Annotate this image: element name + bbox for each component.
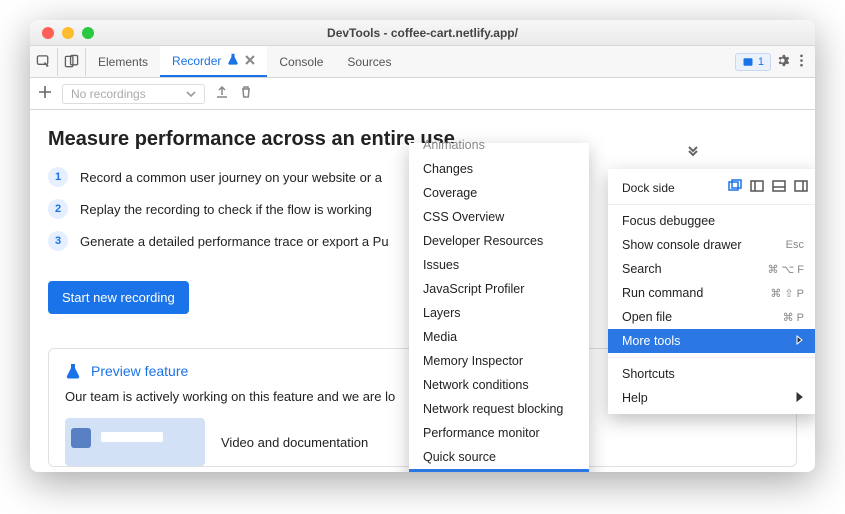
close-window[interactable] bbox=[42, 27, 54, 39]
flask-icon bbox=[65, 363, 81, 379]
more-tools-item[interactable]: Memory Inspector bbox=[409, 349, 589, 373]
content-area: Measure performance across an entire use… bbox=[30, 110, 815, 472]
more-tools-item[interactable]: Developer Resources bbox=[409, 229, 589, 253]
panel-tabbar: Elements Recorder Console Sources 1 bbox=[30, 46, 815, 78]
submenu-arrow-icon bbox=[796, 391, 804, 405]
dock-right-icon[interactable] bbox=[794, 179, 808, 196]
settings-menu-item[interactable]: Search⌘ ⌥ F bbox=[608, 257, 815, 281]
more-tools-item[interactable]: Quick source bbox=[409, 445, 589, 469]
more-tools-item[interactable]: Changes bbox=[409, 157, 589, 181]
settings-menu-item[interactable]: Run command⌘ ⇧ P bbox=[608, 281, 815, 305]
start-recording-button[interactable]: Start new recording bbox=[48, 281, 189, 314]
titlebar: DevTools - coffee-cart.netlify.app/ bbox=[30, 20, 815, 46]
close-tab-icon[interactable] bbox=[245, 54, 255, 68]
dock-bottom-icon[interactable] bbox=[772, 179, 786, 196]
tab-overflow-icon[interactable] bbox=[686, 146, 700, 165]
settings-menu: Dock side Focus debuggeeShow console dra… bbox=[608, 169, 815, 414]
issues-chip[interactable]: 1 bbox=[735, 53, 771, 71]
tab-elements[interactable]: Elements bbox=[86, 46, 160, 77]
zoom-window[interactable] bbox=[82, 27, 94, 39]
video-thumbnail[interactable] bbox=[65, 418, 205, 466]
more-tools-item[interactable]: Coverage bbox=[409, 181, 589, 205]
dock-side-row: Dock side bbox=[608, 173, 815, 200]
delete-icon[interactable] bbox=[239, 85, 253, 102]
more-tools-item[interactable]: Network conditions bbox=[409, 373, 589, 397]
dock-undock-icon[interactable] bbox=[728, 179, 742, 196]
chevron-down-icon bbox=[186, 89, 196, 99]
export-icon[interactable] bbox=[215, 85, 229, 102]
video-label: Video and documentation bbox=[221, 435, 368, 450]
more-tools-item[interactable]: Recorder bbox=[409, 469, 589, 472]
settings-gear-icon[interactable] bbox=[775, 53, 790, 71]
menu-more-tools[interactable]: More tools bbox=[608, 329, 815, 353]
more-tools-item[interactable]: Animations bbox=[409, 133, 589, 157]
issues-count: 1 bbox=[758, 56, 764, 68]
more-tools-item[interactable]: Issues bbox=[409, 253, 589, 277]
tab-sources[interactable]: Sources bbox=[335, 46, 403, 77]
device-toolbar-icon[interactable] bbox=[58, 48, 86, 76]
more-tools-item[interactable]: Performance monitor bbox=[409, 421, 589, 445]
minimize-window[interactable] bbox=[62, 27, 74, 39]
more-tools-item[interactable]: Layers bbox=[409, 301, 589, 325]
traffic-lights bbox=[30, 27, 94, 39]
recording-select[interactable]: No recordings bbox=[62, 84, 205, 104]
more-tools-item[interactable]: Network request blocking bbox=[409, 397, 589, 421]
tab-recorder[interactable]: Recorder bbox=[160, 46, 267, 77]
window-title: DevTools - coffee-cart.netlify.app/ bbox=[30, 26, 815, 40]
menu-shortcuts[interactable]: Shortcuts bbox=[608, 362, 815, 386]
more-tools-item[interactable]: CSS Overview bbox=[409, 205, 589, 229]
settings-menu-item[interactable]: Open file⌘ P bbox=[608, 305, 815, 329]
more-menu-icon[interactable] bbox=[794, 53, 809, 71]
devtools-window: DevTools - coffee-cart.netlify.app/ Elem… bbox=[30, 20, 815, 472]
recorder-toolbar: No recordings bbox=[30, 78, 815, 110]
submenu-arrow-icon bbox=[796, 334, 804, 348]
more-tools-item[interactable]: JavaScript Profiler bbox=[409, 277, 589, 301]
more-tools-item[interactable]: Media bbox=[409, 325, 589, 349]
dock-left-icon[interactable] bbox=[750, 179, 764, 196]
settings-menu-item[interactable]: Focus debuggee bbox=[608, 209, 815, 233]
menu-help[interactable]: Help bbox=[608, 386, 815, 410]
tab-console[interactable]: Console bbox=[267, 46, 335, 77]
panel-tabs: Elements Recorder Console Sources bbox=[86, 46, 403, 77]
flask-icon bbox=[227, 53, 239, 68]
dock-icons bbox=[728, 179, 808, 196]
inspect-element-icon[interactable] bbox=[30, 48, 58, 76]
settings-menu-item[interactable]: Show console drawerEsc bbox=[608, 233, 815, 257]
more-tools-submenu: AnimationsChangesCoverageCSS OverviewDev… bbox=[409, 143, 589, 472]
add-recording-icon[interactable] bbox=[38, 85, 52, 102]
